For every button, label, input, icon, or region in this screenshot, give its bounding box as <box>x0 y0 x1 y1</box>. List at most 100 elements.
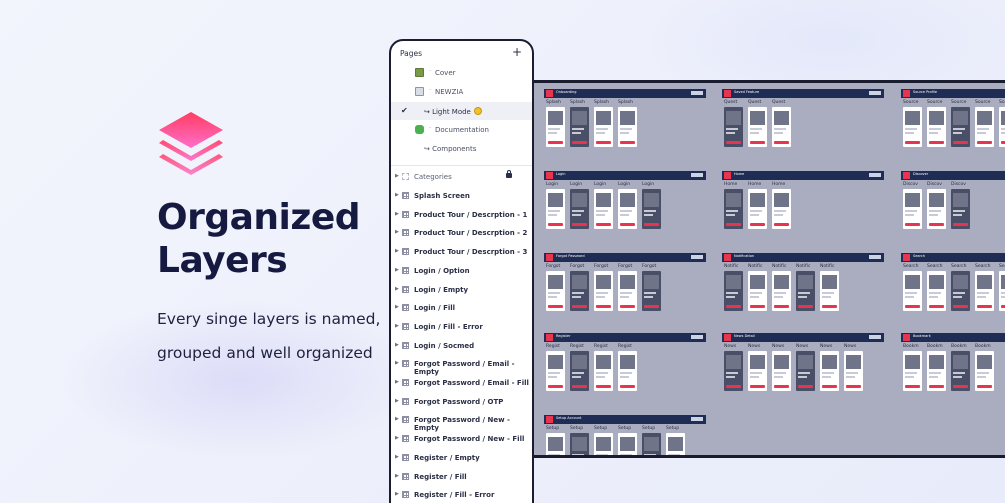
screen-frame[interactable] <box>903 271 922 311</box>
canvas-section[interactable]: Bookmark Bookm Bookm Bookm Bookm <box>901 333 1005 391</box>
layer-item[interactable]: ▶ Forgot Password / Email - Empty <box>391 355 532 376</box>
canvas-section[interactable]: Notification Notific Notific Notific Notific… <box>722 253 884 311</box>
screen-frame[interactable] <box>951 351 970 391</box>
expand-arrow-icon[interactable]: ▶ <box>395 267 399 273</box>
screen-frame[interactable] <box>642 271 661 311</box>
layer-item[interactable]: ▶ Forgot Password / New - Fill <box>391 430 532 449</box>
page-item-newzia[interactable]: · NEWZIA <box>391 83 532 101</box>
expand-arrow-icon[interactable]: ▶ <box>395 416 399 422</box>
layer-item[interactable]: ▶ Login / Fill - Error <box>391 318 532 337</box>
screen-frame[interactable] <box>748 189 767 229</box>
screen-frame[interactable] <box>820 271 839 311</box>
screen-frame[interactable] <box>796 351 815 391</box>
screen-frame[interactable] <box>927 107 946 147</box>
screen-frame[interactable] <box>951 271 970 311</box>
expand-arrow-icon[interactable]: ▶ <box>395 473 399 479</box>
layer-item[interactable]: ▶ Login / Socmed <box>391 337 532 356</box>
screen-frame[interactable] <box>570 189 589 229</box>
expand-arrow-icon[interactable]: ▶ <box>395 192 399 198</box>
canvas-section[interactable]: Discover Discov Discov Discov <box>901 171 1005 229</box>
screen-frame[interactable] <box>618 107 637 147</box>
layer-item[interactable]: ▶ Login / Empty <box>391 281 532 300</box>
screen-frame[interactable] <box>951 107 970 147</box>
expand-arrow-icon[interactable]: ▶ <box>395 491 399 497</box>
screen-frame[interactable] <box>796 271 815 311</box>
screen-frame[interactable] <box>570 271 589 311</box>
screen-frame[interactable] <box>618 433 637 455</box>
page-item-light-mode[interactable]: ✔ ↪ Light Mode <box>391 102 532 120</box>
canvas-section[interactable]: News Detail News News News News News News <box>722 333 884 391</box>
add-page-icon[interactable]: + <box>512 45 522 59</box>
expand-arrow-icon[interactable]: ▶ <box>395 342 399 348</box>
expand-arrow-icon[interactable]: ▶ <box>395 454 399 460</box>
page-item-components[interactable]: ↪ Components <box>391 140 532 158</box>
expand-arrow-icon[interactable]: ▶ <box>395 398 399 404</box>
layer-item[interactable]: ▶ Forgot Password / Email - Fill <box>391 374 532 393</box>
layer-item[interactable]: ▶ Splash Screen <box>391 187 532 206</box>
screen-frame[interactable] <box>618 271 637 311</box>
layer-item-categories[interactable]: ▶ Categories <box>391 168 532 187</box>
canvas-section[interactable]: Setup Account Setup Setup Setup Setup Setup Se… <box>544 415 706 455</box>
canvas-section[interactable]: Source Profile Source Source Source Source So… <box>901 89 1005 147</box>
screen-frame[interactable] <box>975 271 994 311</box>
screen-frame[interactable] <box>546 433 565 455</box>
screen-frame[interactable] <box>927 189 946 229</box>
screen-frame[interactable] <box>724 271 743 311</box>
layer-item[interactable]: ▶ Product Tour / Descrption - 3 <box>391 243 532 262</box>
screen-frame[interactable] <box>666 433 685 455</box>
lock-icon[interactable] <box>506 170 512 178</box>
screen-frame[interactable] <box>999 107 1005 147</box>
expand-arrow-icon[interactable]: ▶ <box>395 229 399 235</box>
screen-frame[interactable] <box>594 107 613 147</box>
screen-frame[interactable] <box>772 351 791 391</box>
screen-frame[interactable] <box>903 351 922 391</box>
layer-item[interactable]: ▶ Product Tour / Descrption - 2 <box>391 224 532 243</box>
expand-arrow-icon[interactable]: ▶ <box>395 211 399 217</box>
screen-frame[interactable] <box>772 189 791 229</box>
expand-arrow-icon[interactable]: ▶ <box>395 248 399 254</box>
screen-frame[interactable] <box>927 351 946 391</box>
layer-item[interactable]: ▶ Login / Option <box>391 262 532 281</box>
screen-frame[interactable] <box>927 271 946 311</box>
expand-arrow-icon[interactable]: ▶ <box>395 435 399 441</box>
screen-frame[interactable] <box>546 189 565 229</box>
screen-frame[interactable] <box>903 189 922 229</box>
screen-frame[interactable] <box>748 271 767 311</box>
screen-frame[interactable] <box>975 351 994 391</box>
canvas-section[interactable]: Search Search Search Search Search Search <box>901 253 1005 311</box>
screen-frame[interactable] <box>748 107 767 147</box>
screen-frame[interactable] <box>594 351 613 391</box>
page-item-cover[interactable]: · Cover <box>391 64 532 82</box>
canvas-section[interactable]: Register Regist Regist Regist Regist <box>544 333 706 391</box>
layer-item[interactable]: ▶ Login / Fill <box>391 299 532 318</box>
design-canvas[interactable]: Onboarding Splash Splash Splash Splash Saved … <box>532 80 1005 458</box>
screen-frame[interactable] <box>642 189 661 229</box>
layer-item[interactable]: ▶ Forgot Password / OTP <box>391 393 532 412</box>
screen-frame[interactable] <box>570 433 589 455</box>
layer-item[interactable]: ▶ Register / Fill - Error <box>391 486 532 503</box>
screen-frame[interactable] <box>772 107 791 147</box>
expand-arrow-icon[interactable]: ▶ <box>395 304 399 310</box>
screen-frame[interactable] <box>546 107 565 147</box>
expand-arrow-icon[interactable]: ▶ <box>395 173 399 179</box>
canvas-section[interactable]: Login Login Login Login Login Login <box>544 171 706 229</box>
screen-frame[interactable] <box>546 271 565 311</box>
screen-frame[interactable] <box>594 271 613 311</box>
expand-arrow-icon[interactable]: ▶ <box>395 379 399 385</box>
screen-frame[interactable] <box>642 433 661 455</box>
layer-item[interactable]: ▶ Product Tour / Descrption - 1 <box>391 206 532 225</box>
layer-item[interactable]: ▶ Register / Fill <box>391 468 532 487</box>
screen-frame[interactable] <box>570 107 589 147</box>
screen-frame[interactable] <box>724 189 743 229</box>
screen-frame[interactable] <box>951 189 970 229</box>
canvas-section[interactable]: Onboarding Splash Splash Splash Splash <box>544 89 706 147</box>
screen-frame[interactable] <box>844 351 863 391</box>
screen-frame[interactable] <box>546 351 565 391</box>
screen-frame[interactable] <box>570 351 589 391</box>
screen-frame[interactable] <box>772 271 791 311</box>
layer-item[interactable]: ▶ Register / Empty <box>391 449 532 468</box>
screen-frame[interactable] <box>594 433 613 455</box>
expand-arrow-icon[interactable]: ▶ <box>395 360 399 366</box>
screen-frame[interactable] <box>594 189 613 229</box>
expand-arrow-icon[interactable]: ▶ <box>395 286 399 292</box>
